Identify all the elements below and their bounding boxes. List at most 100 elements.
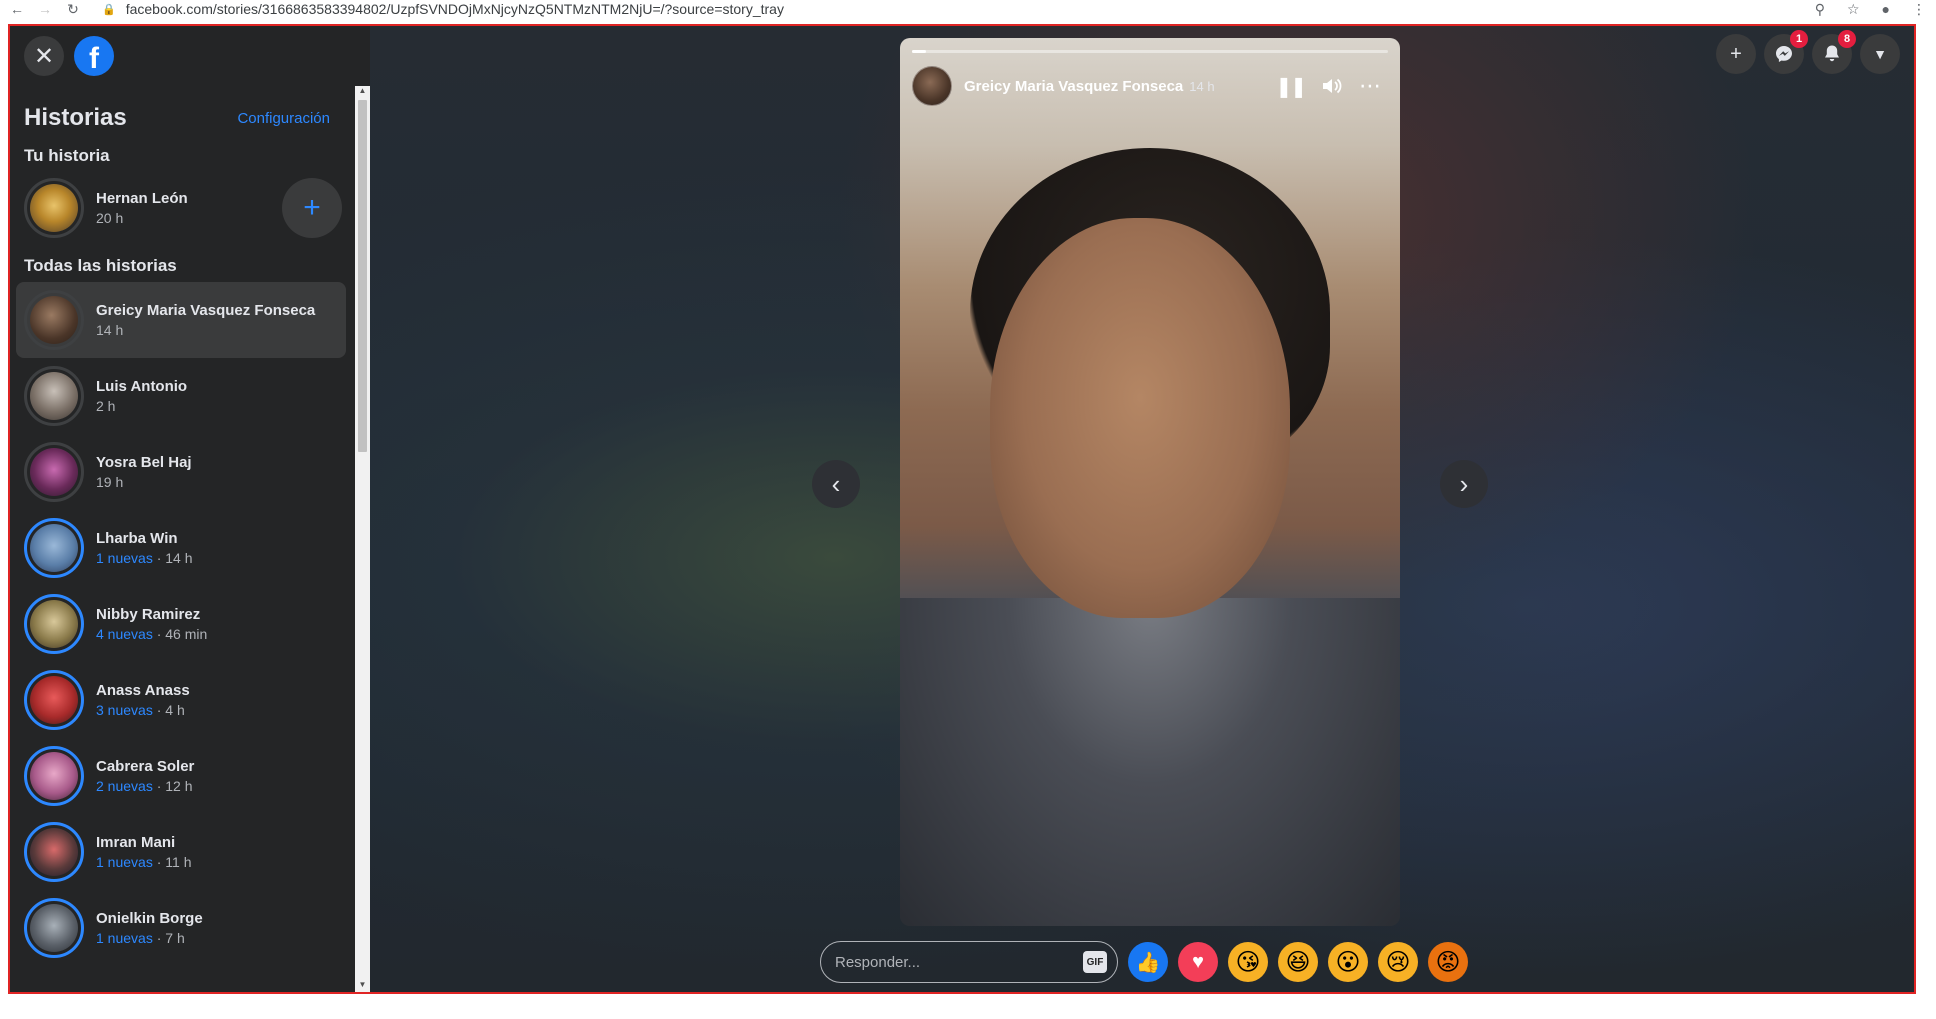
new-count: 1 nuevas: [96, 930, 153, 946]
plus-icon: +: [1730, 42, 1742, 65]
story-list-item[interactable]: Nibby Ramirez 4 nuevas · 46 min: [10, 586, 352, 662]
story-time: 2 h: [96, 398, 187, 414]
bell-icon: [1825, 45, 1839, 62]
lock-icon[interactable]: 🔒: [102, 3, 116, 16]
story-time: 2 nuevas · 12 h: [96, 778, 194, 794]
avatar: [30, 828, 78, 876]
profile-icon[interactable]: ●: [1882, 1, 1890, 17]
scrollbar-thumb[interactable]: [358, 100, 367, 452]
avatar-ring: [24, 366, 84, 426]
story-author-name: Imran Mani: [96, 834, 176, 851]
surprised-face-icon: 😮: [1335, 948, 1361, 976]
back-icon[interactable]: ←: [6, 0, 28, 18]
avatar: [30, 752, 78, 800]
new-count: 1 nuevas: [96, 550, 153, 566]
avatar: [30, 448, 78, 496]
story-list-item[interactable]: Anass Anass 3 nuevas · 4 h: [10, 662, 352, 738]
create-button[interactable]: +: [1716, 34, 1756, 74]
story-author-name: Anass Anass: [96, 682, 190, 699]
care-reaction-button[interactable]: 😘: [1228, 942, 1268, 982]
story-time: 19 h: [96, 474, 192, 490]
story-photo-face: [990, 218, 1290, 618]
more-icon[interactable]: ⋯: [1359, 73, 1382, 99]
star-icon[interactable]: ☆: [1847, 1, 1860, 18]
plus-icon: +: [303, 191, 321, 224]
story-author-name: Nibby Ramirez: [96, 606, 201, 623]
story-photo-shirt: [900, 598, 1400, 926]
story-author-name[interactable]: Greicy Maria Vasquez Fonseca: [964, 78, 1183, 95]
next-story-button[interactable]: ›: [1440, 460, 1488, 508]
chevron-left-icon: ‹: [831, 468, 841, 499]
avatar: [30, 296, 78, 344]
kebab-menu-icon[interactable]: ⋮: [1912, 1, 1926, 18]
like-reaction-button[interactable]: 👍: [1128, 942, 1168, 982]
your-story-item[interactable]: Hernan León 20 h +: [10, 170, 352, 246]
reply-input[interactable]: Responder... GIF: [820, 941, 1118, 983]
key-icon[interactable]: ⚲: [1815, 1, 1825, 18]
all-stories-heading: Todas las historias: [24, 256, 177, 275]
messenger-icon: [1776, 46, 1792, 62]
avatar-ring: [24, 670, 84, 730]
messenger-button[interactable]: 1: [1764, 30, 1808, 74]
story-list-item[interactable]: Lharba Win 1 nuevas · 14 h: [10, 510, 352, 586]
stories-sidebar: ✕ f Historias Configuración Tu historia …: [10, 26, 370, 992]
avatar-ring: [24, 594, 84, 654]
haha-reaction-button[interactable]: 😆: [1278, 942, 1318, 982]
sidebar-title-row: Historias Configuración: [10, 86, 352, 132]
story-time-value: 19 h: [96, 474, 124, 490]
story-list-item[interactable]: Cabrera Soler 2 nuevas · 12 h: [10, 738, 352, 814]
caret-down-icon: ▼: [1873, 46, 1887, 62]
avatar: [30, 676, 78, 724]
volume-icon[interactable]: [1321, 76, 1343, 96]
notifications-button[interactable]: 8: [1812, 30, 1856, 74]
previous-story-button[interactable]: ‹: [812, 460, 860, 508]
heart-icon: ♥: [1192, 950, 1204, 973]
story-list-item[interactable]: Greicy Maria Vasquez Fonseca 14 h: [16, 282, 346, 358]
angry-reaction-button[interactable]: 😡: [1428, 942, 1468, 982]
story-time-value: · 4 h: [152, 702, 185, 718]
account-menu-button[interactable]: ▼: [1860, 34, 1900, 74]
avatar-ring: [24, 290, 84, 350]
reload-icon[interactable]: ↻: [62, 0, 84, 18]
story-author-name: Cabrera Soler: [96, 758, 195, 775]
avatar: [30, 184, 78, 232]
forward-icon[interactable]: →: [34, 0, 56, 18]
sidebar-scroll-area[interactable]: Historias Configuración Tu historia Hern…: [10, 86, 352, 992]
new-count: 2 nuevas: [96, 778, 153, 794]
avatar-ring: [24, 518, 84, 578]
story-time: 1 nuevas · 7 h: [96, 930, 203, 946]
avatar-ring: [24, 898, 84, 958]
header-actions: + 1 8 ▼: [1716, 30, 1900, 74]
story-time-value: · 11 h: [152, 854, 192, 870]
close-button[interactable]: ✕: [24, 36, 64, 76]
story-time: 1 nuevas · 11 h: [96, 854, 191, 870]
settings-link[interactable]: Configuración: [237, 110, 330, 127]
avatar-ring: [24, 442, 84, 502]
story-header: Greicy Maria Vasquez Fonseca 14 h ❚❚ ⋯: [912, 64, 1388, 108]
scroll-up-icon[interactable]: ▲: [355, 86, 370, 98]
story-time: 20 h: [96, 210, 124, 226]
browser-toolbar: ← → ↻ 🔒 facebook.com/stories/31668635833…: [0, 0, 1936, 18]
story-list-item[interactable]: Luis Antonio 2 h: [10, 358, 352, 434]
address-bar[interactable]: facebook.com/stories/3166863583394802/Uz…: [126, 1, 784, 17]
story-list-item[interactable]: Yosra Bel Haj 19 h: [10, 434, 352, 510]
sidebar-header: ✕ f: [10, 26, 370, 86]
story-time-value: · 12 h: [152, 778, 193, 794]
sad-reaction-button[interactable]: 😢: [1378, 942, 1418, 982]
reply-placeholder: Responder...: [835, 953, 921, 971]
story-time: 14 h: [1189, 78, 1215, 94]
story-viewer-page: ✕ f Historias Configuración Tu historia …: [8, 24, 1916, 994]
story-list-item[interactable]: Onielkin Borge 1 nuevas · 7 h: [10, 890, 352, 966]
gif-button[interactable]: GIF: [1083, 951, 1107, 973]
avatar[interactable]: [912, 66, 952, 106]
sidebar-scrollbar[interactable]: ▲ ▼: [355, 86, 370, 992]
pause-icon[interactable]: ❚❚: [1275, 74, 1306, 99]
love-reaction-button[interactable]: ♥: [1178, 942, 1218, 982]
facebook-logo[interactable]: f: [74, 36, 114, 76]
wow-reaction-button[interactable]: 😮: [1328, 942, 1368, 982]
add-story-button[interactable]: +: [282, 178, 342, 238]
story-card[interactable]: Greicy Maria Vasquez Fonseca 14 h ❚❚ ⋯: [900, 38, 1400, 926]
story-list-item[interactable]: Imran Mani 1 nuevas · 11 h: [10, 814, 352, 890]
scroll-down-icon[interactable]: ▼: [355, 980, 370, 992]
story-time: 14 h: [96, 322, 315, 338]
